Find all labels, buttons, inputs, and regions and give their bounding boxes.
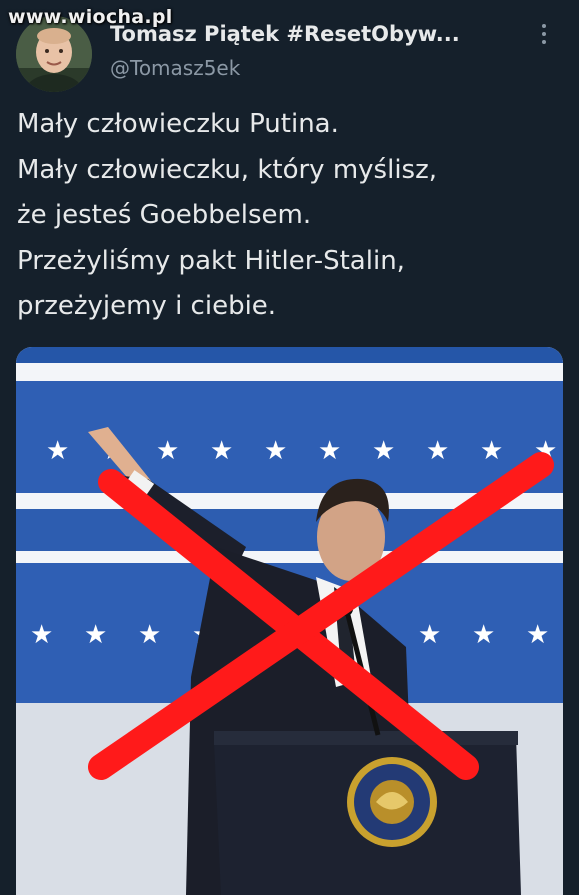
- svg-text:★: ★: [480, 436, 503, 466]
- svg-text:★: ★: [46, 436, 69, 466]
- more-vertical-icon[interactable]: [538, 24, 550, 48]
- svg-text:★: ★: [138, 620, 161, 650]
- tweet-header: Tomasz Piątek #ResetObyw... @Tomasz5ek: [110, 22, 559, 80]
- svg-text:★: ★: [426, 436, 449, 466]
- watermark: www.wiocha.pl: [8, 6, 173, 28]
- tweet-line: Mały człowieczku, który myślisz,: [17, 154, 437, 185]
- svg-text:★: ★: [156, 436, 179, 466]
- tweet-line: Mały człowieczku Putina.: [17, 109, 339, 139]
- svg-text:★: ★: [418, 620, 441, 650]
- svg-text:★: ★: [30, 620, 53, 650]
- author-handle[interactable]: @Tomasz5ek: [110, 56, 559, 80]
- svg-text:★: ★: [210, 436, 233, 466]
- tweet-line: przeżyjemy i ciebie.: [17, 291, 277, 321]
- tweet-line: że jesteś Goebbelsem.: [17, 200, 312, 230]
- svg-text:★: ★: [318, 436, 341, 466]
- svg-text:★: ★: [372, 436, 395, 466]
- svg-text:★: ★: [264, 436, 287, 466]
- photo-image: ★★★ ★★★ ★★★ ★ ★★★ ★★★ ★: [16, 347, 563, 895]
- svg-text:★: ★: [526, 620, 549, 650]
- tweet-line: Przeżyliśmy pakt Hitler-Stalin,: [17, 245, 405, 276]
- svg-text:★: ★: [84, 620, 107, 650]
- tweet-text: Mały człowieczku Putina. Mały człowieczk…: [17, 102, 565, 330]
- svg-text:★: ★: [472, 620, 495, 650]
- tweet-media-photo[interactable]: ★★★ ★★★ ★★★ ★ ★★★ ★★★ ★: [16, 347, 563, 895]
- author-display-name[interactable]: Tomasz Piątek #ResetObyw...: [110, 22, 559, 46]
